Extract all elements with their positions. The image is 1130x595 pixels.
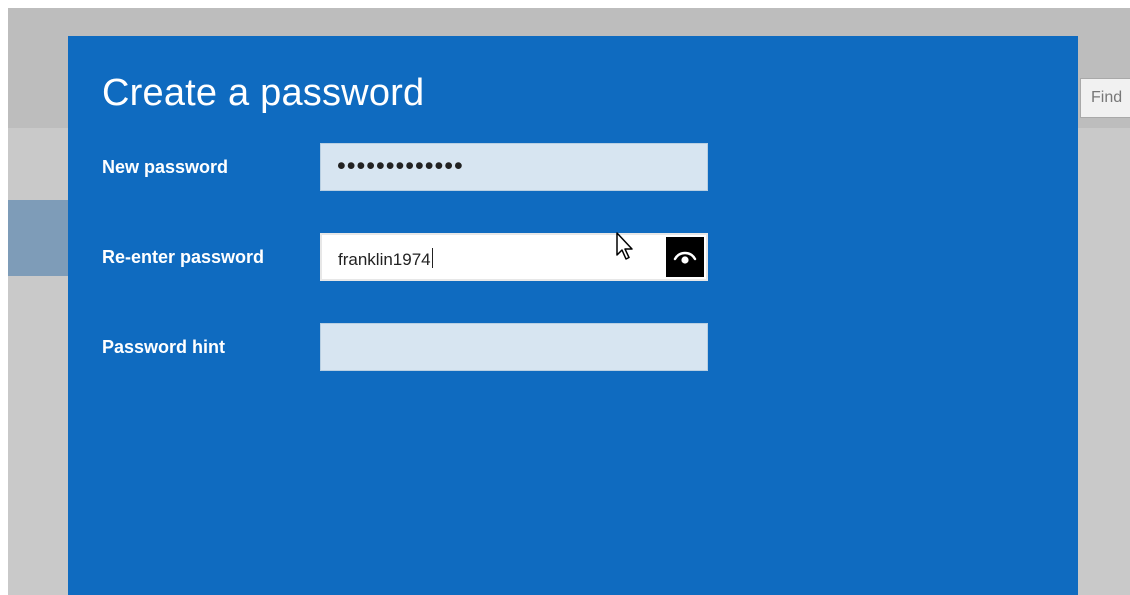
text-caret: [431, 248, 433, 268]
new-password-value: •••••••••••••: [337, 152, 464, 180]
reenter-password-text: franklin1974: [338, 250, 431, 269]
reenter-password-label: Re-enter password: [102, 247, 265, 267]
mouse-cursor-icon: [616, 232, 633, 260]
password-hint-input[interactable]: [320, 323, 708, 371]
password-hint-label: Password hint: [102, 337, 226, 357]
create-password-dialog: Create a password New password •••••••••…: [68, 36, 1078, 595]
find-button[interactable]: Find: [1080, 78, 1130, 118]
background-selected-row: [8, 200, 70, 276]
eye-icon: [673, 251, 697, 264]
new-password-label: New password: [102, 157, 229, 177]
reveal-password-button[interactable]: [666, 237, 704, 277]
reenter-password-input[interactable]: franklin1974: [320, 233, 708, 281]
reenter-password-value: franklin1974: [338, 248, 433, 271]
dialog-title: Create a password: [102, 72, 425, 114]
new-password-input[interactable]: •••••••••••••: [320, 143, 708, 191]
